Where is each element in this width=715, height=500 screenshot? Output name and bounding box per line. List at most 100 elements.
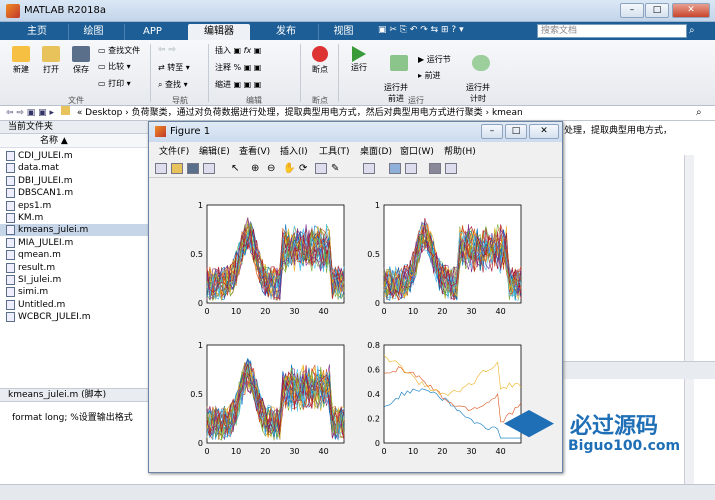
brush-icon[interactable]: ✎ xyxy=(331,163,343,174)
file-list-item[interactable]: CDI_JULEI.m xyxy=(6,150,73,162)
file-icon xyxy=(6,275,15,285)
file-name: SI_julei.m xyxy=(18,275,62,285)
run-time-button[interactable]: 运行并 计时 xyxy=(462,46,494,113)
new-icon xyxy=(12,46,30,62)
x-tick-label: 0 xyxy=(204,307,209,316)
tab-home[interactable]: 主页 xyxy=(14,24,60,40)
colorbar-icon[interactable] xyxy=(389,163,401,174)
print-button[interactable]: ▭ 打印 ▾ xyxy=(98,78,131,89)
data-cursor-icon[interactable] xyxy=(315,163,327,174)
comment-button[interactable]: 注释 % ▣ ▣ xyxy=(215,62,261,73)
minimize-button[interactable]: – xyxy=(620,3,644,18)
print-icon[interactable] xyxy=(203,163,215,174)
insert-button[interactable]: 插入 ▣ fx ▣ xyxy=(215,45,261,56)
figure-menu-window[interactable]: 窗口(W) xyxy=(400,144,434,157)
breakpoints-button[interactable]: 断点 xyxy=(306,46,334,75)
file-list-item[interactable]: WCBCR_JULEI.m xyxy=(6,311,90,323)
current-path: « Desktop › 负荷聚类，通过对负荷数据进行处理，提取典型用电方式，然后… xyxy=(76,108,523,118)
x-tick-label: 20 xyxy=(260,447,270,456)
run-section-button[interactable]: ▶ 运行节 xyxy=(418,54,451,65)
file-list-item[interactable]: qmean.m xyxy=(6,249,61,261)
file-list-item[interactable]: DBI_JULEI.m xyxy=(6,175,72,187)
column-header-name[interactable]: 名称 ▲ xyxy=(0,134,149,148)
figure-toolbar: ↖ ⊕ ⊖ ✋ ⟳ ✎ xyxy=(149,160,562,178)
figure-menu-file[interactable]: 文件(F) xyxy=(159,144,189,157)
file-list-item[interactable]: kmeans_julei.m xyxy=(0,224,149,237)
file-list-item[interactable]: MIA_JULEI.m xyxy=(6,237,73,249)
goto-button[interactable]: ⇄ 转至 ▾ xyxy=(158,62,190,73)
file-list-item[interactable]: simi.m xyxy=(6,286,49,298)
figure-menu-insert[interactable]: 插入(I) xyxy=(280,144,308,157)
divider xyxy=(150,44,151,102)
file-name: simi.m xyxy=(18,287,49,298)
nav-back-icon[interactable]: ⇦ ⇨ ▣ ▣ ▸ xyxy=(6,108,54,118)
editor-text: 处理，提取典型用电方式， xyxy=(564,126,673,136)
search-input[interactable]: 搜索文档 xyxy=(537,24,687,38)
print-label: 打印 xyxy=(108,79,125,88)
y-tick-label: 0.4 xyxy=(367,390,380,399)
file-icon xyxy=(6,262,15,273)
tab-view[interactable]: 视图 xyxy=(318,24,368,40)
figure-maximize-button[interactable]: □ xyxy=(505,124,527,139)
figure-menu-edit[interactable]: 编辑(E) xyxy=(199,144,230,157)
open-icon[interactable] xyxy=(171,163,183,174)
run-time-label: 运行并 计时 xyxy=(466,83,490,103)
address-search-icon[interactable]: ⌕ xyxy=(696,107,702,118)
indent-button[interactable]: 缩进 ▣ ▣ ▣ xyxy=(215,79,261,90)
x-tick-label: 40 xyxy=(319,307,329,316)
tab-plots[interactable]: 绘图 xyxy=(68,24,118,40)
file-list-item[interactable]: eps1.m xyxy=(6,200,51,212)
new-button[interactable]: 新建 xyxy=(8,46,34,75)
play-icon xyxy=(352,46,366,62)
figure-close-button[interactable]: ✕ xyxy=(529,124,559,139)
save-icon[interactable] xyxy=(187,163,199,174)
breakpoint-label: 断点 xyxy=(312,65,328,74)
file-list-item[interactable]: DBSCAN1.m xyxy=(6,187,73,199)
new-figure-icon[interactable] xyxy=(155,163,167,174)
tab-apps[interactable]: APP xyxy=(124,24,180,40)
file-list-item[interactable]: Untitled.m xyxy=(6,299,65,311)
maximize-button[interactable]: □ xyxy=(645,3,669,18)
file-icon xyxy=(6,200,15,211)
y-tick-label: 1 xyxy=(198,341,203,350)
nav-arrows[interactable]: ⇦ ⇨ xyxy=(158,45,176,55)
tab-publish[interactable]: 发布 xyxy=(258,24,314,40)
rotate-icon[interactable]: ⟳ xyxy=(299,163,311,174)
address-bar[interactable]: ⇦ ⇨ ▣ ▣ ▸ « Desktop › 负荷聚类，通过对负荷数据进行处理，提… xyxy=(0,106,715,121)
figure-menu-view[interactable]: 查看(V) xyxy=(239,144,270,157)
advance-button[interactable]: ▸ 前进 xyxy=(418,70,441,81)
y-tick-label: 0.5 xyxy=(367,250,380,259)
find-files-button[interactable]: ▭ 查找文件 xyxy=(98,45,140,56)
close-button[interactable]: ✕ xyxy=(672,3,710,18)
file-list-item[interactable]: result.m xyxy=(6,262,55,274)
pan-icon[interactable]: ✋ xyxy=(283,163,295,174)
x-tick-label: 30 xyxy=(289,447,299,456)
search-icon[interactable]: ⌕ xyxy=(689,25,699,37)
file-list-item[interactable]: data.mat xyxy=(6,162,59,174)
figure-menu-help[interactable]: 帮助(H) xyxy=(444,144,476,157)
figure-menu-desktop[interactable]: 桌面(D) xyxy=(360,144,392,157)
workspace-header xyxy=(560,361,715,379)
show-tools-icon[interactable] xyxy=(445,163,457,174)
zoom-in-icon[interactable]: ⊕ xyxy=(251,163,263,174)
hide-tools-icon[interactable] xyxy=(429,163,441,174)
open-button[interactable]: 打开 xyxy=(38,46,64,75)
legend-icon[interactable] xyxy=(405,163,417,174)
nav-group-label: 导航 xyxy=(172,96,188,105)
file-icon xyxy=(6,175,15,186)
compare-button[interactable]: ▭ 比较 ▾ xyxy=(98,61,131,72)
x-tick-label: 20 xyxy=(437,307,447,316)
pointer-icon[interactable]: ↖ xyxy=(231,163,243,174)
figure-menu-tools[interactable]: 工具(T) xyxy=(319,144,350,157)
file-list-item[interactable]: SI_julei.m xyxy=(6,274,62,286)
run-button[interactable]: 运行 xyxy=(344,46,374,73)
link-icon[interactable] xyxy=(363,163,375,174)
file-list-item[interactable]: KM.m xyxy=(6,212,43,224)
save-button[interactable]: 保存 xyxy=(68,46,94,75)
quick-access-toolbar[interactable]: ▣ ✂ ⎘ ↶ ↷ ⇆ ⊞ ? ▾ xyxy=(378,25,533,38)
tab-editor[interactable]: 编辑器 xyxy=(188,24,250,40)
x-tick-label: 30 xyxy=(466,307,476,316)
figure-minimize-button[interactable]: – xyxy=(481,124,503,139)
zoom-out-icon[interactable]: ⊖ xyxy=(267,163,279,174)
find-button[interactable]: ⌕ 查找 ▾ xyxy=(158,79,188,90)
